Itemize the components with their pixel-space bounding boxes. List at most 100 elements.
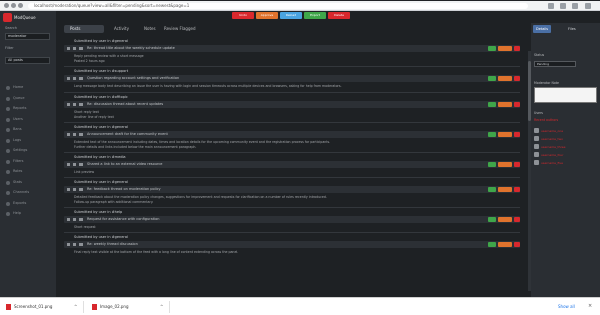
post-title[interactable]: Request for assistance with configuratio… [87, 217, 160, 221]
expand-icon[interactable] [67, 77, 70, 80]
remove-post-button[interactable] [514, 46, 520, 51]
pin-icon[interactable] [73, 77, 76, 80]
remove-post-button[interactable] [514, 242, 520, 247]
extension-icon[interactable] [548, 3, 554, 9]
edit-post-button[interactable] [498, 162, 512, 167]
remove-post-button[interactable] [514, 76, 520, 81]
app-logo[interactable]: ModQueue [3, 13, 51, 22]
moderator-note-textarea[interactable] [534, 87, 597, 103]
approve-post-button[interactable] [488, 102, 496, 107]
menu-icon[interactable] [572, 3, 578, 9]
remove-post-button[interactable] [514, 132, 520, 137]
expand-icon[interactable] [67, 133, 70, 136]
export-button[interactable]: Export [304, 12, 326, 19]
expand-icon[interactable] [67, 188, 70, 191]
post-row: Re: feedback thread on moderation policy [64, 186, 520, 193]
tab-files[interactable]: Files [565, 25, 579, 33]
post-title[interactable]: Question regarding account settings and … [87, 76, 179, 80]
tab-activity[interactable]: Activity [108, 25, 135, 33]
expand-icon[interactable] [67, 103, 70, 106]
approve-post-button[interactable] [488, 76, 496, 81]
edit-post-button[interactable] [498, 242, 512, 247]
reload-button[interactable]: Reload [280, 12, 302, 19]
tab-posts[interactable]: Posts [64, 25, 104, 33]
edit-post-button[interactable] [498, 187, 512, 192]
close-icon[interactable]: × [588, 303, 592, 309]
post-title[interactable]: Re: weekly thread discussion [87, 242, 138, 246]
note-label: Moderator Note [534, 81, 560, 85]
edit-post-button[interactable] [498, 102, 512, 107]
remove-post-button[interactable] [514, 102, 520, 107]
sidebar-item[interactable]: Exports [3, 199, 53, 210]
app-window: ModQueue Search moderator Filter All pos… [0, 11, 600, 297]
pin-icon[interactable] [73, 243, 76, 246]
back-icon[interactable] [4, 3, 9, 8]
url-field[interactable]: localhost/moderation/queue?view=all&filt… [28, 3, 528, 9]
delete-button[interactable]: Delete [328, 12, 350, 19]
post-title[interactable]: Re: thread title about the weekly schedu… [87, 46, 175, 50]
remove-post-button[interactable] [514, 162, 520, 167]
remove-post-button[interactable] [514, 217, 520, 222]
approve-post-button[interactable] [488, 242, 496, 247]
sidebar-item[interactable]: Queue [3, 94, 53, 105]
sidebar-item[interactable]: Roles [3, 167, 53, 178]
close-window-icon[interactable] [585, 3, 591, 9]
download-item[interactable]: Image_02.png ^ [88, 301, 170, 313]
search-input[interactable]: moderator [5, 33, 50, 40]
avatar [534, 144, 539, 149]
chevron-up-icon[interactable]: ^ [160, 304, 163, 309]
sidebar-item[interactable]: Reports [3, 104, 53, 115]
sidebar-item[interactable]: Stats [3, 178, 53, 189]
status-select[interactable]: Pending [534, 61, 576, 67]
sidebar-item[interactable]: Logs [3, 136, 53, 147]
approve-post-button[interactable] [488, 187, 496, 192]
post-body: Reply pending review with a short messag… [74, 54, 144, 58]
pin-icon[interactable] [73, 103, 76, 106]
pin-icon[interactable] [73, 218, 76, 221]
edit-post-button[interactable] [498, 46, 512, 51]
sidebar-item[interactable]: Bans [3, 125, 53, 136]
chevron-up-icon[interactable]: ^ [74, 304, 77, 309]
forward-icon[interactable] [11, 3, 16, 8]
undo-button[interactable]: Undo [232, 12, 254, 19]
post-divider [64, 92, 520, 93]
post-title[interactable]: Shared a link to an external video resou… [87, 162, 162, 166]
post-title[interactable]: Re: discussion thread about recent updat… [87, 102, 163, 106]
reload-icon[interactable] [18, 3, 23, 8]
sidebar-item[interactable]: Users [3, 115, 53, 126]
post-row: Re: thread title about the weekly schedu… [64, 45, 520, 52]
tab-review[interactable]: Review Flagged [158, 25, 201, 33]
show-all-downloads-link[interactable]: Show all [558, 304, 575, 309]
expand-icon[interactable] [67, 163, 70, 166]
tab-details[interactable]: Details [533, 25, 552, 33]
post-divider [64, 207, 520, 208]
expand-icon[interactable] [67, 243, 70, 246]
sidebar-item[interactable]: Channels [3, 188, 53, 199]
edit-post-button[interactable] [498, 217, 512, 222]
download-item[interactable]: Screenshot_01.png ^ [2, 301, 84, 313]
approve-post-button[interactable] [488, 46, 496, 51]
sidebar-item[interactable]: Settings [3, 146, 53, 157]
remove-post-button[interactable] [514, 187, 520, 192]
pin-icon[interactable] [73, 163, 76, 166]
pin-icon[interactable] [73, 133, 76, 136]
sidebar-item[interactable]: Filters [3, 157, 53, 168]
expand-icon[interactable] [67, 218, 70, 221]
edit-post-button[interactable] [498, 76, 512, 81]
expand-icon[interactable] [67, 47, 70, 50]
profile-icon[interactable] [560, 3, 566, 9]
sidebar-item[interactable]: Help [3, 209, 53, 220]
approve-button[interactable]: Approve [256, 12, 278, 19]
approve-post-button[interactable] [488, 217, 496, 222]
post-row: Re: discussion thread about recent updat… [64, 101, 520, 108]
sidebar-item[interactable]: Home [3, 83, 53, 94]
search-label: Search [5, 26, 18, 30]
pin-icon[interactable] [73, 188, 76, 191]
approve-post-button[interactable] [488, 132, 496, 137]
post-title[interactable]: Announcement draft for the community eve… [87, 132, 168, 136]
approve-post-button[interactable] [488, 162, 496, 167]
pin-icon[interactable] [73, 47, 76, 50]
post-title[interactable]: Re: feedback thread on moderation policy [87, 187, 161, 191]
edit-post-button[interactable] [498, 132, 512, 137]
filter-input[interactable]: All posts [5, 57, 50, 64]
